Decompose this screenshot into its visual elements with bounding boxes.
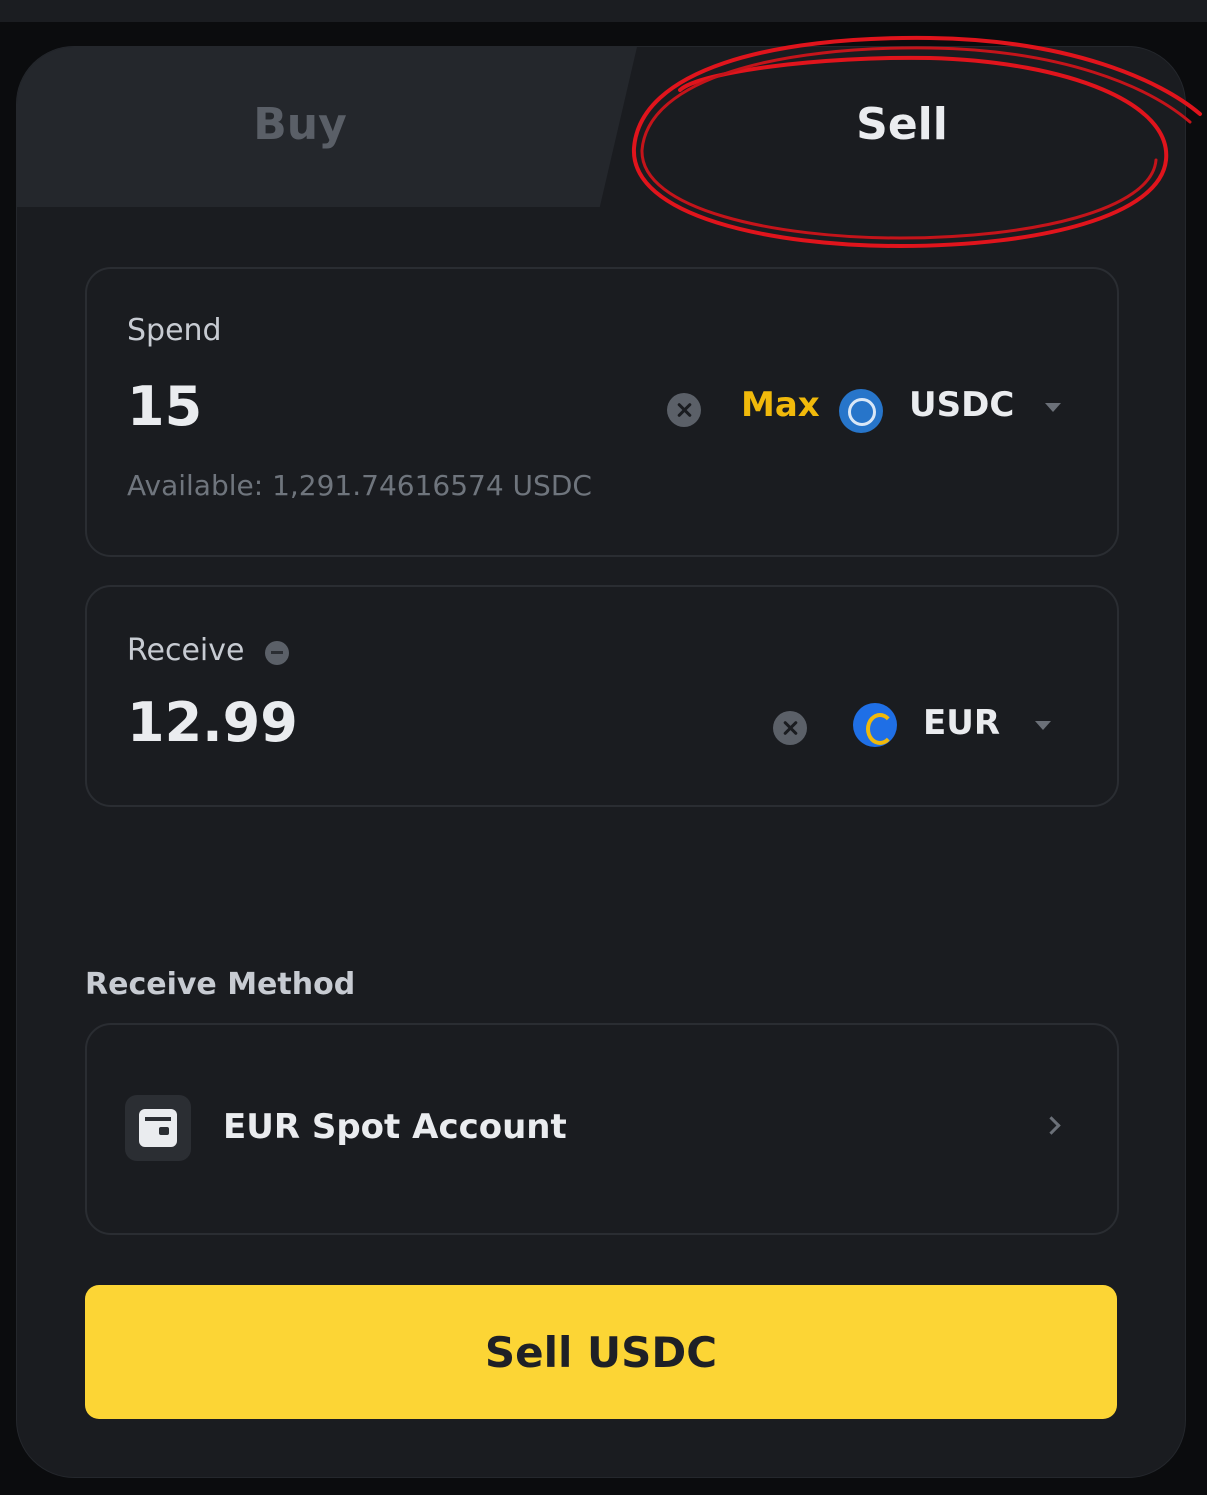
sell-button[interactable]: Sell USDC — [85, 1285, 1117, 1419]
receive-currency-selector[interactable]: EUR — [923, 703, 1000, 743]
max-button[interactable]: Max — [741, 385, 820, 425]
chevron-right-icon — [1042, 1116, 1061, 1135]
receive-method-selector[interactable]: EUR Spot Account — [85, 1023, 1119, 1235]
window-top-bar — [0, 0, 1207, 22]
receive-amount-input[interactable]: 12.99 — [127, 691, 298, 754]
wallet-icon-box — [125, 1095, 191, 1161]
eur-coin-icon — [853, 703, 897, 747]
receive-method-title: Receive Method — [85, 967, 356, 1002]
clear-icon[interactable] — [773, 711, 807, 745]
spend-currency-selector[interactable]: USDC — [909, 385, 1014, 425]
chevron-down-icon[interactable] — [1045, 403, 1061, 412]
receive-panel: Receive 12.99 EUR — [85, 585, 1119, 807]
spend-label: Spend — [127, 313, 222, 348]
usdc-coin-icon — [839, 389, 883, 433]
wallet-icon — [139, 1109, 177, 1147]
chevron-down-icon[interactable] — [1035, 721, 1051, 730]
receive-method-label: EUR Spot Account — [223, 1107, 567, 1147]
annotation-circle — [631, 35, 1202, 249]
spend-panel: Spend 15 Max USDC Available: 1,291.74616… — [85, 267, 1119, 557]
available-balance: Available: 1,291.74616574 USDC — [127, 469, 592, 502]
spend-amount-input[interactable]: 15 — [127, 375, 202, 438]
clear-icon[interactable] — [667, 393, 701, 427]
receive-label: Receive — [127, 633, 245, 668]
tab-buy-label[interactable]: Buy — [177, 99, 423, 150]
info-icon[interactable] — [265, 641, 289, 665]
